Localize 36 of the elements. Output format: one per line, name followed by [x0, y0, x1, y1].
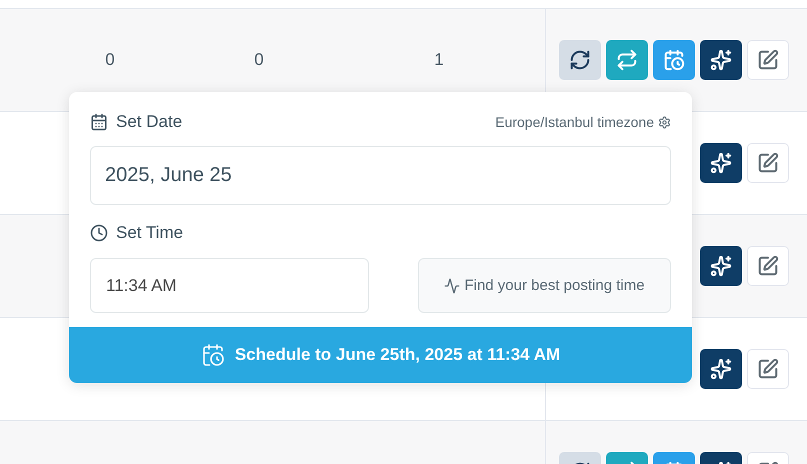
sparkles-button[interactable] [700, 349, 742, 389]
timezone-link[interactable]: Europe/Istanbul timezone [495, 114, 671, 130]
refresh-clock-button[interactable] [559, 40, 601, 80]
sparkles-icon [710, 255, 732, 277]
edit-icon [757, 49, 779, 71]
calendar-clock-icon [200, 343, 225, 367]
refresh-icon [569, 49, 591, 71]
repeat-icon [616, 49, 638, 71]
table-cell-text: 0 [104, 49, 116, 71]
date-field[interactable]: 2025, June 25 [90, 146, 671, 205]
edit-button[interactable] [747, 40, 789, 80]
sparkles-icon [710, 49, 732, 71]
edit-button[interactable] [747, 246, 789, 286]
calendar-clock-button[interactable] [653, 40, 695, 80]
clock-icon [90, 224, 108, 242]
set-time-label: Set Time [90, 223, 671, 243]
sparkles-icon [710, 358, 732, 380]
repeat-button[interactable] [606, 40, 648, 80]
pulse-icon [444, 278, 460, 294]
edit-button[interactable] [747, 143, 789, 183]
best-time-button[interactable]: Find your best posting time [418, 258, 671, 313]
calendar-icon [90, 113, 108, 131]
edit-icon [757, 152, 779, 174]
settings-icon [658, 116, 671, 128]
sparkles-button[interactable] [700, 40, 742, 80]
sparkles-button[interactable] [700, 143, 742, 183]
time-field[interactable]: 11:34 AM [90, 258, 369, 313]
set-date-label: Set Date [90, 112, 182, 132]
sparkles-button[interactable] [700, 246, 742, 286]
table-cell-text: 0 [253, 49, 265, 71]
calendar-clock-icon [663, 49, 685, 71]
edit-icon [757, 255, 779, 277]
edit-button[interactable] [747, 349, 789, 389]
edit-icon [757, 358, 779, 380]
sparkles-icon [710, 152, 732, 174]
table-cell-text: 1 [433, 49, 445, 71]
